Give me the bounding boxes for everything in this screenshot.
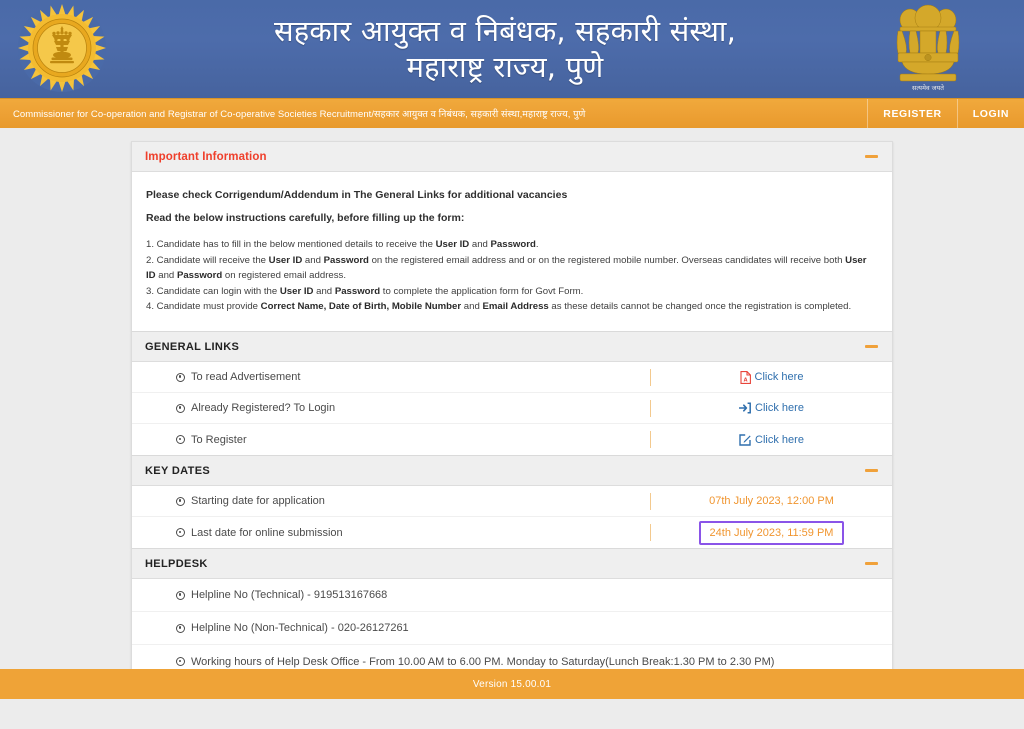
version-label: Version 15.00.01 [472, 678, 552, 690]
ashoka-lion-capital-emblem: सत्यमेव जयते [890, 2, 966, 96]
general-link-label: To read Advertisement [191, 371, 301, 383]
minus-collapse-icon[interactable] [865, 155, 878, 158]
important-information-title: Important Information [145, 150, 267, 163]
edit-square-icon [739, 433, 751, 446]
general-link-label-wrap: To Register [132, 434, 650, 446]
advertisement-click-here-link[interactable]: A Click here [739, 370, 804, 384]
login-click-here-link[interactable]: Click here [739, 402, 804, 414]
minus-collapse-icon[interactable] [865, 469, 878, 472]
instruction-item-2: 2. Candidate will receive the User ID an… [146, 254, 867, 282]
key-date-label-wrap: Last date for online submission [132, 527, 650, 539]
link-text: Click here [755, 402, 804, 414]
key-date-value-wrap: 24th July 2023, 11:59 PM [651, 520, 892, 545]
helpdesk-label-wrap: Working hours of Help Desk Office - From… [132, 656, 832, 668]
general-link-value: Click here [651, 402, 892, 414]
helpdesk-label-wrap: Helpline No (Technical) - 919513167668 [132, 589, 832, 601]
helpdesk-label: Working hours of Help Desk Office - From… [191, 655, 775, 668]
svg-text:A: A [743, 377, 747, 383]
navbar-brand-text: Commissioner for Co-operation and Regist… [13, 109, 586, 120]
general-links-title: GENERAL LINKS [145, 340, 240, 353]
general-link-label: Already Registered? To Login [191, 402, 336, 414]
important-info-lead-2: Read the below instructions carefully, b… [146, 212, 465, 225]
login-nav-link[interactable]: LOGIN [956, 99, 1024, 129]
important-information-header: Important Information [132, 142, 892, 172]
start-date-value: 07th July 2023, 12:00 PM [709, 495, 834, 507]
content-container: Important Information Please check Corri… [131, 141, 893, 679]
minus-collapse-icon[interactable] [865, 562, 878, 565]
instruction-item-4: 4. Candidate must provide Correct Name, … [146, 301, 852, 313]
page-body: Important Information Please check Corri… [0, 128, 1024, 699]
helpdesk-label: Helpline No (Technical) - 919513167668 [191, 589, 388, 601]
general-links-header: GENERAL LINKS [132, 332, 892, 362]
important-info-lead-1: Please check Corrigendum/Addendum in The… [146, 189, 568, 201]
general-link-label: To Register [191, 433, 247, 446]
key-date-row: Starting date for application 07th July … [132, 486, 892, 517]
general-link-row: To read Advertisement A Click here [132, 362, 892, 393]
key-dates-panel: KEY DATES Starting date for application … [131, 456, 893, 549]
dot-circle-icon [176, 372, 185, 382]
general-link-value: Click here [651, 434, 892, 446]
key-dates-header: KEY DATES [132, 456, 892, 486]
header-title-line2: महाराष्ट्र राज्य, पुणे [406, 50, 604, 84]
minus-collapse-icon[interactable] [865, 345, 878, 348]
helpdesk-panel: HELPDESK Helpline No (Technical) - 91951… [131, 549, 893, 679]
key-date-value-wrap: 07th July 2023, 12:00 PM [651, 493, 892, 509]
top-navigation-bar: Commissioner for Co-operation and Regist… [0, 98, 1024, 129]
dot-circle-icon [176, 623, 185, 633]
dot-circle-icon [176, 435, 185, 444]
register-click-here-link[interactable]: Click here [739, 434, 804, 446]
helpdesk-title: HELPDESK [145, 557, 208, 570]
dot-circle-icon [176, 403, 185, 413]
register-nav-link[interactable]: REGISTER [867, 99, 956, 129]
last-date-value: 24th July 2023, 11:59 PM [698, 520, 845, 545]
page-title: सहकार आयुक्त व निबंधक, सहकारी संस्था, मह… [120, 0, 890, 98]
helpdesk-label: Helpline No (Non-Technical) - 020-261272… [191, 622, 409, 634]
general-link-label-wrap: To read Advertisement [132, 371, 650, 383]
link-text: Click here [755, 433, 804, 446]
emblem-caption: सत्यमेव जयते [912, 84, 944, 92]
key-dates-title: KEY DATES [145, 464, 211, 477]
navbar-actions: REGISTER LOGIN [867, 99, 1024, 129]
header-title-line1: सहकार आयुक्त व निबंधक, सहकारी संस्था, [273, 13, 736, 48]
helpdesk-label-wrap: Helpline No (Non-Technical) - 020-261272… [132, 622, 832, 634]
instruction-item-3: 3. Candidate can login with the User ID … [146, 285, 584, 297]
key-date-label: Last date for online submission [191, 526, 343, 539]
general-link-row: To Register Click here [132, 424, 892, 455]
instruction-item-1: 1. Candidate has to fill in the below me… [146, 239, 539, 251]
helpdesk-row: Helpline No (Non-Technical) - 020-261272… [132, 612, 892, 645]
helpdesk-header: HELPDESK [132, 549, 892, 579]
key-date-label-wrap: Starting date for application [132, 495, 650, 507]
important-info-instruction-list: 1. Candidate has to fill in the below me… [146, 237, 876, 315]
general-link-row: Already Registered? To Login Click here [132, 393, 892, 424]
page-footer: Version 15.00.01 [0, 669, 1024, 699]
dot-circle-icon [176, 590, 185, 600]
site-header-banner: सहकार आयुक्त व निबंधक, सहकारी संस्था, मह… [0, 0, 1024, 98]
important-information-body: Please check Corrigendum/Addendum in The… [132, 172, 892, 331]
key-date-label: Starting date for application [191, 495, 325, 507]
important-information-panel: Important Information Please check Corri… [131, 141, 893, 332]
link-text: Click here [754, 371, 804, 383]
general-links-panel: GENERAL LINKS To read Advertisement A Cl… [131, 332, 893, 456]
dot-circle-icon [176, 496, 185, 506]
dot-circle-icon [176, 528, 185, 537]
dot-circle-icon [176, 657, 185, 666]
maharashtra-state-emblem [14, 2, 110, 96]
general-link-label-wrap: Already Registered? To Login [132, 402, 650, 414]
general-link-value: A Click here [651, 370, 892, 384]
pdf-file-icon: A [739, 370, 751, 384]
sign-in-icon [739, 402, 751, 414]
helpdesk-row: Helpline No (Technical) - 919513167668 [132, 579, 892, 612]
key-date-row: Last date for online submission 24th Jul… [132, 517, 892, 548]
